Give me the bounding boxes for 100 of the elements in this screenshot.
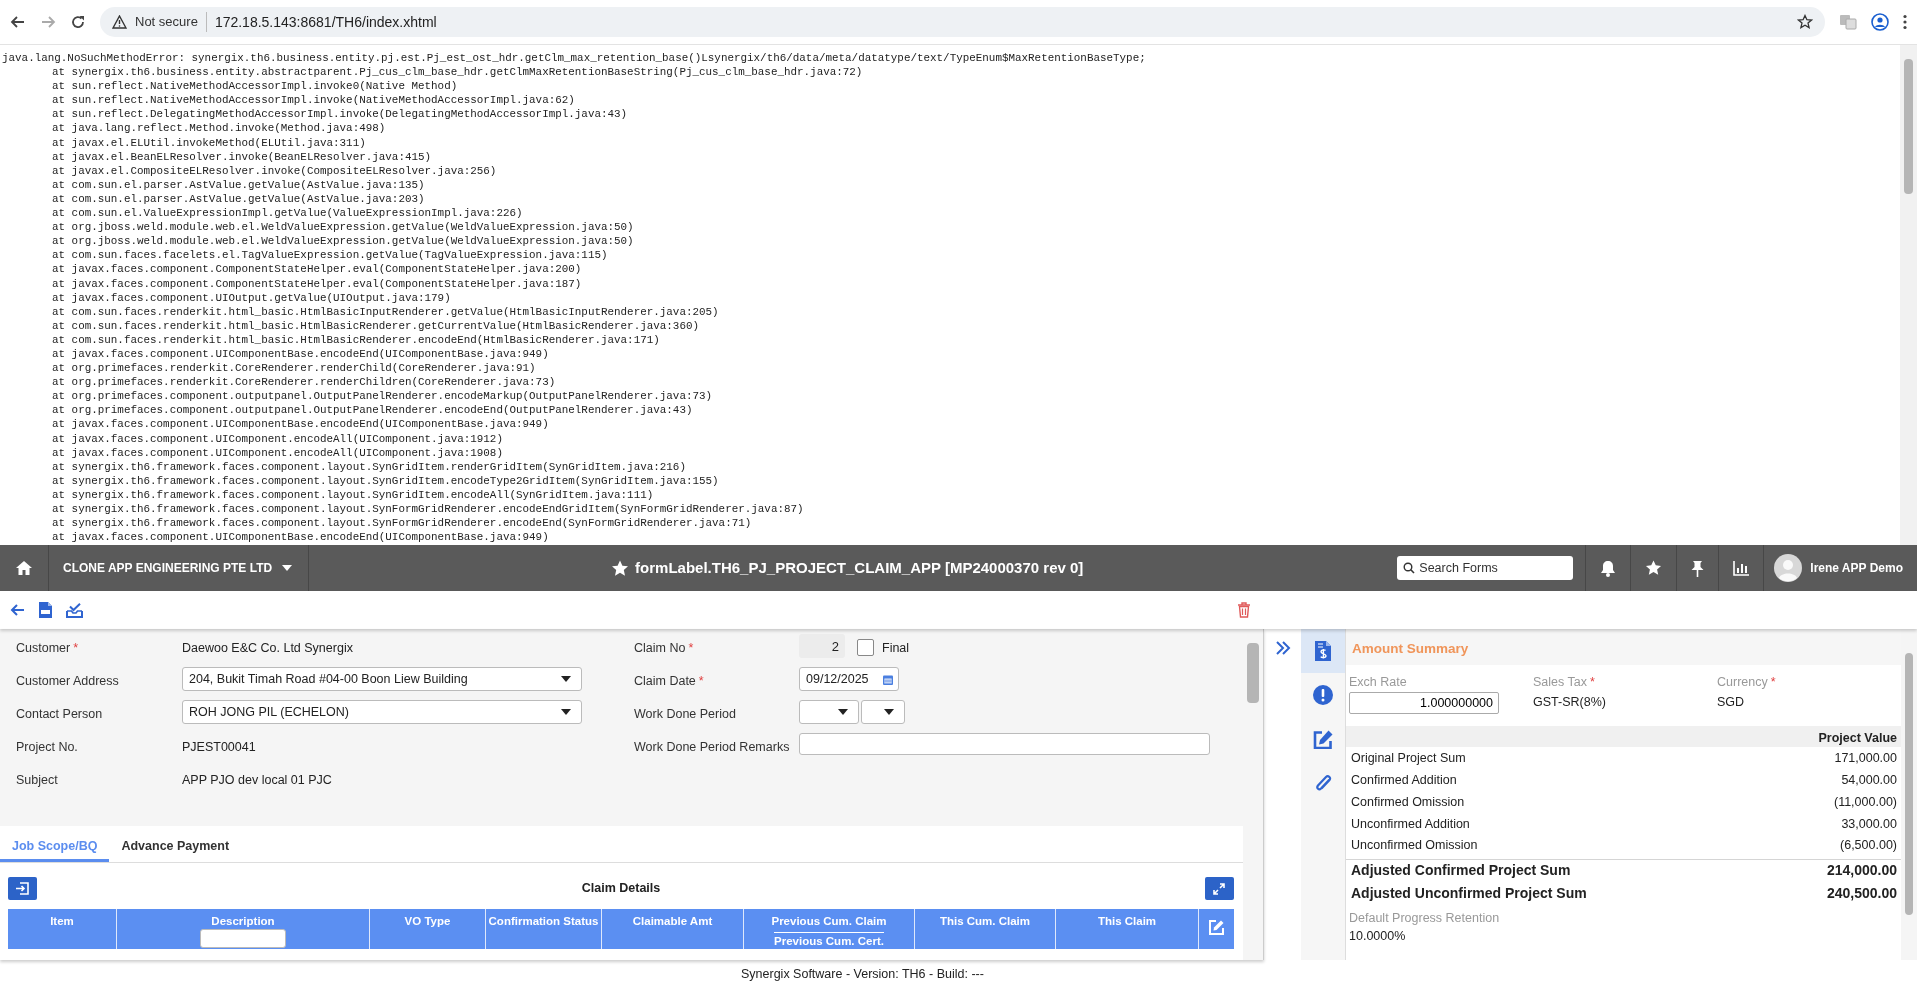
edit-icon xyxy=(1313,729,1333,749)
stack-trace-line: at org.jboss.weld.module.web.el.WeldValueExpression.getValue(WeldValueExpression.java:50) xyxy=(51,234,635,249)
stack-trace-line: at javax.el.CompositeELResolver.invoke(CompositeELResolver.java:256) xyxy=(51,163,498,178)
stack-trace-line: at com.sun.el.parser.AstValue.getValue(AstValue.java:203) xyxy=(51,191,426,207)
stack-trace-line: at javax.faces.component.UIComponent.encodeAll(UIComponent.java:1912) xyxy=(51,431,504,446)
field-value: GST-SR(8%) xyxy=(1533,693,1606,711)
avatar xyxy=(1774,554,1803,582)
security-label: Not secure xyxy=(135,12,207,32)
row-label: Adjusted Unconfirmed Project Sum xyxy=(1351,883,1587,903)
field-label: Project No. xyxy=(16,740,78,754)
field-label: Claim Date xyxy=(634,674,696,688)
field-label: Subject xyxy=(16,773,58,787)
field-label: Sales Tax xyxy=(1533,675,1587,689)
field-value: Daewoo E&C Co. Ltd Synergix xyxy=(182,640,353,657)
stack-trace-line: at com.sun.faces.renderkit.html_basic.HtmlBasicInputRenderer.getValue(HtmlBasicInputRenderer.java:205) xyxy=(51,304,720,319)
alert-icon xyxy=(1313,685,1333,705)
stack-trace-line: at com.sun.faces.renderkit.html_basic.HtmlBasicRenderer.getCurrentValue(HtmlBasicRenderer.java:360) xyxy=(51,318,700,333)
back-icon[interactable] xyxy=(10,14,26,30)
field-label: Exch Rate xyxy=(1349,675,1407,689)
field-value: SGD xyxy=(1717,693,1745,711)
address-bar[interactable]: Not secure 172.18.5.143:8681/TH6/index.xhtml xyxy=(100,7,1825,37)
column-header: Description xyxy=(211,915,275,927)
select-field[interactable] xyxy=(799,700,859,724)
field-label: Work Done Period xyxy=(634,707,736,721)
stack-trace-line: at synergix.th6.framework.faces.component.layout.SynFormGridRenderer.encodeEndGridItem(SynFormGridRenderer.java:87) xyxy=(51,502,805,517)
bookmark-star-icon[interactable] xyxy=(1797,14,1813,30)
reload-icon[interactable] xyxy=(70,14,86,30)
warning-icon xyxy=(112,15,127,29)
paperclip-icon xyxy=(1313,773,1333,793)
number-field[interactable]: 2 xyxy=(799,634,845,658)
row-label: Confirmed Addition xyxy=(1351,772,1457,790)
edit-icon[interactable] xyxy=(1208,919,1225,936)
stack-trace-line: at javax.faces.component.UIComponentBase.encodeEnd(UIComponentBase.java:949) xyxy=(51,530,550,545)
stack-trace-line: at javax.faces.component.ComponentStateHelper.eval(ComponentStateHelper.java:187) xyxy=(51,276,583,291)
expand-button[interactable] xyxy=(1205,877,1234,900)
column-header: This Cum. Claim xyxy=(939,915,1031,927)
required-mark: * xyxy=(73,641,79,655)
row-label: Original Project Sum xyxy=(1351,750,1466,768)
pdf-icon[interactable] xyxy=(39,602,52,618)
calendar-icon[interactable] xyxy=(883,673,893,685)
stack-trace-line: at javax.faces.component.UIComponentBase.encodeEnd(UIComponentBase.java:949) xyxy=(51,346,550,362)
select-field[interactable]: 204, Bukit Timah Road #04-00 Boon Liew Building xyxy=(182,667,582,691)
text-field[interactable] xyxy=(799,733,1210,755)
field-label: Default Progress Retention xyxy=(1349,909,1501,927)
checkbox[interactable] xyxy=(857,638,874,656)
search-field[interactable]: Search Forms xyxy=(1397,556,1574,580)
column-header: Project Value xyxy=(1818,730,1897,745)
stack-trace-line: at sun.reflect.NativeMethodAccessorImpl.invoke0(Native Method) xyxy=(51,79,459,94)
stack-trace-line: at com.sun.faces.renderkit.html_basic.HtmlBasicRenderer.encodeEnd(HtmlBasicRenderer.java:171) xyxy=(51,332,661,347)
number-field[interactable]: 1.000000000 xyxy=(1349,691,1499,714)
caret-icon xyxy=(884,709,894,715)
field-label: Contact Person xyxy=(16,707,103,721)
caret-icon xyxy=(282,565,293,571)
footer-text: Synergix Software - Version: TH6 - Build: --- xyxy=(740,966,985,983)
stack-trace-line: at synergix.th6.framework.faces.component.layout.SynGridItem.encodeAll(SynGridItem.java:111) xyxy=(51,487,655,502)
home-icon xyxy=(15,560,33,576)
field-label: Customer Address xyxy=(16,674,119,688)
select-field[interactable]: ROH JONG PIL (ECHELON) xyxy=(182,700,582,724)
stack-trace-line: at com.sun.el.ValueExpressionImpl.getValue(ValueExpressionImpl.java:226) xyxy=(51,206,524,221)
inbox-check-icon[interactable] xyxy=(66,602,83,618)
delete-icon[interactable] xyxy=(1237,602,1251,618)
stack-trace-line: at org.jboss.weld.module.web.el.WeldValueExpression.getValue(WeldValueExpression.java:50) xyxy=(51,220,635,235)
column-header: Previous Cum. Claim xyxy=(771,915,887,927)
date-field[interactable]: 09/12/2025 xyxy=(799,667,899,691)
stack-trace-line: at org.primefaces.renderkit.CoreRenderer.renderChild(CoreRenderer.java:91) xyxy=(51,361,537,376)
scrollbar[interactable] xyxy=(1243,629,1263,960)
back-arrow-icon[interactable] xyxy=(10,603,25,617)
column-header: VO Type xyxy=(404,915,451,927)
field-label: Claim No xyxy=(634,641,686,655)
row-value: 214,000.00 xyxy=(1826,861,1897,881)
row-label: Unconfirmed Omission xyxy=(1351,837,1478,855)
scrollbar[interactable] xyxy=(1900,45,1917,545)
select-field[interactable] xyxy=(861,700,905,724)
column-header: Confirmation Status xyxy=(488,915,599,927)
favorite-star-icon[interactable] xyxy=(611,559,630,577)
collapse-icon[interactable] xyxy=(1274,641,1291,655)
column-header: Previous Cum. Cert. xyxy=(774,932,884,947)
field-value: PJEST00041 xyxy=(182,739,256,756)
field-value: 10.0000% xyxy=(1349,928,1407,946)
stack-trace-line: at javax.faces.component.ComponentStateHelper.eval(ComponentStateHelper.java:200) xyxy=(51,262,583,277)
profile-icon[interactable] xyxy=(1871,13,1889,31)
url-text: 172.18.5.143:8681/TH6/index.xhtml xyxy=(214,12,437,32)
stack-trace-line: at org.primefaces.component.outputpanel.OutputPanelRenderer.encodeEnd(OutputPanelRenderer.java:43) xyxy=(51,403,694,418)
stack-trace-line: at sun.reflect.NativeMethodAccessorImpl.invoke(NativeMethodAccessorImpl.java:62) xyxy=(51,93,576,108)
required-mark: * xyxy=(688,641,694,655)
side-tab[interactable] xyxy=(1301,629,1345,673)
import-button[interactable] xyxy=(8,877,37,900)
stack-trace-line: at synergix.th6.framework.faces.component.layout.SynGridItem.encodeType2GridItem(SynGridItem.java:155) xyxy=(51,473,720,488)
user-menu[interactable]: Irene APP Demo xyxy=(1764,545,1917,591)
caret-icon xyxy=(561,709,571,715)
field-value: APP PJO dev local 01 PJC xyxy=(182,772,332,789)
scrollbar[interactable] xyxy=(1901,629,1917,960)
filter-field[interactable] xyxy=(200,929,286,948)
tab[interactable]: Advance Payment xyxy=(109,830,242,862)
company-selector[interactable]: CLONE APP ENGINEERING PTE LTD xyxy=(49,545,310,591)
stack-trace-line: at synergix.th6.framework.faces.component.layout.SynGridItem.renderGridItem(SynGridItem.java:216) xyxy=(51,459,687,474)
stack-trace-line: at com.sun.faces.facelets.el.TagValueExpression.getValue(TagValueExpression.java:115) xyxy=(51,248,609,263)
stack-trace-line: at synergix.th6.business.entity.abstractparent.Pj_cus_clm_base_hdr.getClmMaxRetentionBaseString(Pj_cus_clm_base_hdr.java:72) xyxy=(51,65,864,80)
menu-icon[interactable] xyxy=(1903,14,1907,30)
stack-trace-line: at synergix.th6.framework.faces.component.layout.SynFormGridRenderer.encodeEnd(SynFormGridRenderer.java:71) xyxy=(51,516,753,531)
